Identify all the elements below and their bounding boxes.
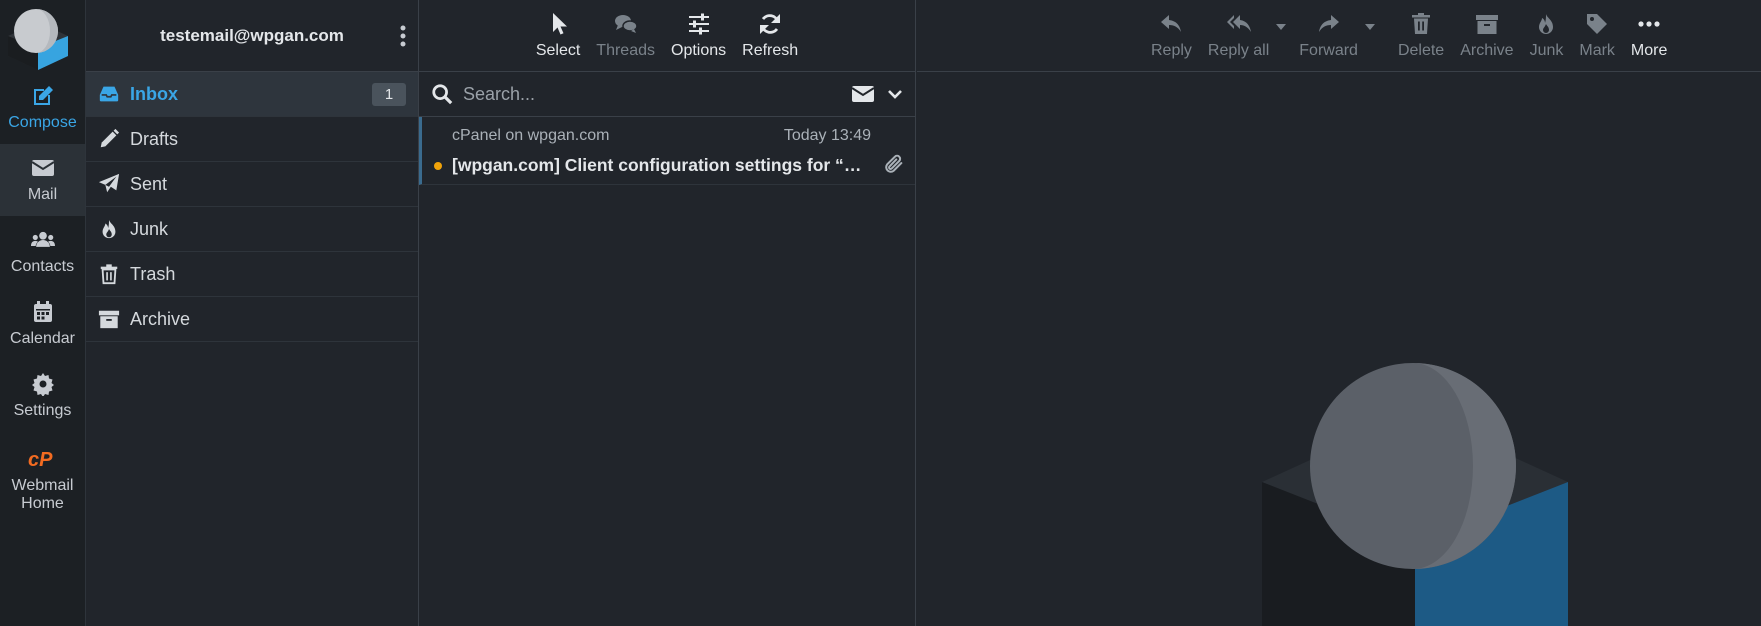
refresh-icon	[760, 13, 781, 34]
mail-label: Mail	[27, 186, 58, 203]
options-label: Options	[671, 41, 727, 59]
taskbar-item-mail[interactable]: Mail	[0, 144, 85, 216]
webmail-home-label: Webmail Home	[11, 477, 74, 512]
message-subject: [wpgan.com] Client configuration setting…	[452, 155, 864, 175]
reading-pane: Reply Reply all Forward Delete Archive J…	[917, 0, 1761, 626]
forward-label: Forward	[1299, 41, 1358, 59]
folder-label: Drafts	[130, 128, 179, 149]
archive-icon	[1475, 14, 1498, 34]
folder-junk[interactable]: Junk	[86, 207, 418, 252]
inbox-icon	[99, 86, 119, 102]
reply-all-icon	[1226, 14, 1251, 32]
trash-icon	[1412, 12, 1431, 34]
chevron-down-icon[interactable]	[887, 86, 903, 102]
threads-button[interactable]: Threads	[588, 0, 663, 72]
folder-label: Inbox	[130, 83, 178, 104]
archive-button[interactable]: Archive	[1452, 0, 1521, 72]
select-button[interactable]: Select	[528, 0, 588, 72]
compose-button[interactable]: Compose	[0, 72, 85, 144]
reply-all-label: Reply all	[1207, 41, 1270, 59]
folder-label: Archive	[130, 308, 191, 329]
forward-button[interactable]: Forward	[1291, 0, 1366, 72]
folder-sent[interactable]: Sent	[86, 162, 418, 207]
svg-text:cP: cP	[28, 449, 53, 471]
options-button[interactable]: Options	[663, 0, 734, 72]
reply-button[interactable]: Reply	[1143, 0, 1200, 72]
message-row[interactable]: cPanel on wpgan.com Today 13:49 [wpgan.c…	[419, 117, 915, 185]
contacts-label: Contacts	[10, 258, 75, 275]
junk-button[interactable]: Junk	[1522, 0, 1572, 72]
compose-icon	[33, 86, 53, 105]
folder-archive[interactable]: Archive	[86, 297, 418, 342]
message-list-panel: Select Threads Options Refresh Search...…	[419, 0, 916, 626]
forward-dropdown-icon[interactable]	[1364, 22, 1376, 32]
junk-label: Junk	[1529, 41, 1564, 59]
archive-icon	[98, 310, 120, 329]
gear-icon	[31, 373, 54, 396]
refresh-label: Refresh	[742, 41, 799, 59]
select-label: Select	[535, 41, 581, 59]
taskbar-item-settings[interactable]: Settings	[0, 360, 85, 432]
compose-label: Compose	[8, 114, 77, 131]
delete-label: Delete	[1397, 41, 1445, 59]
account-header: testemail@wpgan.com	[86, 0, 418, 72]
paperclip-icon	[885, 154, 903, 173]
roundcube-logo[interactable]	[4, 4, 72, 70]
search-input[interactable]	[463, 83, 851, 105]
more-horizontal-icon	[1638, 20, 1660, 27]
folder-label: Junk	[130, 218, 169, 239]
threads-label: Threads	[596, 41, 655, 59]
sliders-icon	[688, 13, 709, 34]
reply-label: Reply	[1151, 41, 1192, 59]
tag-icon	[1587, 13, 1608, 34]
taskbar-item-calendar[interactable]: Calendar	[0, 288, 85, 360]
taskbar-item-webmail-home[interactable]: cP Webmail Home	[0, 440, 85, 520]
taskbar-item-contacts[interactable]: Contacts	[0, 216, 85, 288]
taskbar: Compose Mail Contacts Calendar Settings …	[0, 0, 86, 626]
more-button[interactable]: More	[1623, 0, 1675, 72]
folder-panel: testemail@wpgan.com Inbox 1 Drafts Sent	[86, 0, 419, 626]
list-toolbar: Select Threads Options Refresh	[419, 0, 915, 72]
folder-drafts[interactable]: Drafts	[86, 117, 418, 162]
reply-all-button[interactable]: Reply all	[1200, 0, 1277, 72]
refresh-button[interactable]: Refresh	[734, 0, 806, 72]
unread-indicator-icon[interactable]	[434, 162, 442, 170]
more-label: More	[1630, 41, 1668, 59]
pencil-icon	[100, 128, 120, 148]
calendar-icon	[33, 301, 52, 322]
account-email: testemail@wpgan.com	[160, 25, 344, 45]
roundcube-watermark-logo	[1262, 363, 1568, 626]
folder-inbox[interactable]: Inbox 1	[86, 72, 418, 117]
trash-icon	[100, 264, 118, 285]
message-toolbar: Reply Reply all Forward Delete Archive J…	[917, 0, 1761, 72]
folder-label: Trash	[130, 263, 176, 284]
search-bar	[419, 72, 915, 117]
fire-icon	[1539, 13, 1554, 34]
calendar-label: Calendar	[10, 330, 75, 347]
more-vertical-icon[interactable]	[398, 24, 408, 48]
reply-all-dropdown-icon[interactable]	[1275, 22, 1287, 32]
unread-count-badge: 1	[372, 83, 406, 106]
archive-label: Archive	[1460, 41, 1514, 59]
message-sender: cPanel on wpgan.com	[452, 127, 610, 144]
paper-plane-icon	[98, 173, 120, 193]
folder-label: Sent	[130, 173, 168, 194]
message-date: Today 13:49	[783, 127, 871, 144]
settings-label: Settings	[13, 402, 72, 419]
forward-icon	[1318, 14, 1339, 32]
envelope-icon	[30, 160, 55, 176]
cpanel-icon: cP	[28, 449, 53, 471]
folder-trash[interactable]: Trash	[86, 252, 418, 297]
search-icon[interactable]	[431, 83, 453, 105]
mark-button[interactable]: Mark	[1571, 0, 1623, 72]
cursor-icon	[553, 12, 568, 34]
users-icon	[30, 231, 55, 247]
mark-label: Mark	[1579, 41, 1615, 59]
chat-bubbles-icon	[614, 14, 638, 33]
fire-icon	[102, 219, 116, 239]
envelope-filter-icon[interactable]	[851, 84, 875, 104]
reply-icon	[1161, 14, 1182, 32]
delete-button[interactable]: Delete	[1390, 0, 1452, 72]
